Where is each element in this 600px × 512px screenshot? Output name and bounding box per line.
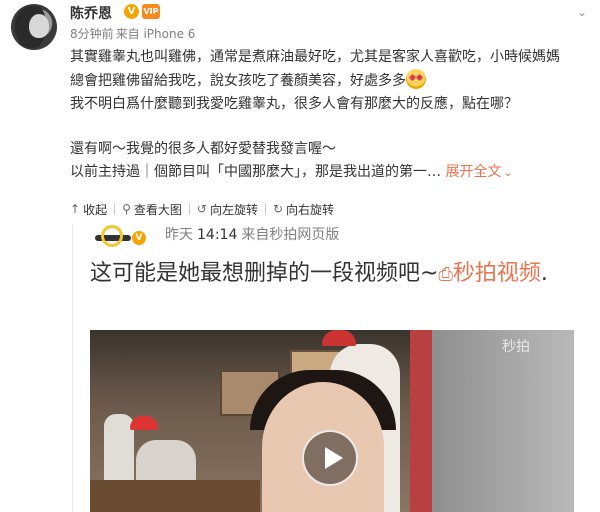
magnifier-icon: ⚲ [122,202,131,216]
card-title-text: 这可能是她最想删掉的一段视频吧~ [90,261,439,286]
post-line-last: 以前主持過｜個節目叫「中國那麼大」，那是我出道的第一… 展开全文 ⌄ [70,161,595,184]
rotate-left-icon: ↺ [196,202,207,216]
media-actions-bar: ↑ 收起 ⚲ 查看大图 ↺ 向左旋转 ↻ 向右旋转 [70,200,334,218]
video-scene-counter [90,480,260,512]
expand-full-text-link[interactable]: 展开全文 ⌄ [445,164,512,180]
rotate-right-button[interactable]: ↻ 向右旋转 [273,201,334,218]
card-title: 这可能是她最想删掉的一段视频吧~⎙秒拍视频. [90,257,590,291]
post-line-with-emoji: 總會把雞佛留給我吃，說女孩吃了養顏美容，好處多多 [70,69,595,93]
video-card[interactable]: V 昨天 14:14 来自秒拍网页版 这可能是她最想删掉的一段视频吧~⎙秒拍视频. … [72,224,600,512]
divider [188,203,190,215]
rotate-right-label: 向右旋转 [286,202,335,217]
card-time: 昨天 [165,227,193,243]
card-meta: 昨天 14:14 来自秒拍网页版 [165,224,339,244]
post-line: 還有啊～我覺的很多人都好愛替我發言喔～ [70,141,336,157]
card-title-end: . [540,261,548,286]
rotate-left-label: 向左旋转 [209,202,258,217]
view-large-image-button[interactable]: ⚲ 查看大图 [122,201,182,218]
play-button-icon[interactable] [302,430,358,486]
post-line: 其實雞睾丸也叫雞佛，通常是煮麻油最好吃，尤其是客家人喜歡吃，小時候媽媽 [70,49,560,65]
post-meta: 8分钟前 来自 iPhone 6 [70,25,195,42]
video-scene-cap [322,330,356,346]
rotate-right-icon: ↻ [272,202,284,216]
divider [114,203,116,215]
video-watermark: 秒拍 [502,339,530,355]
video-scene-wall [430,330,574,512]
post-time[interactable]: 8分钟前 [70,27,114,41]
heart-eyes-emoji-icon [406,69,426,89]
view-large-label: 查看大图 [133,202,182,217]
verified-badge-icon: V [124,4,139,19]
arrow-up-icon: ↑ [70,202,81,216]
username[interactable]: 陈乔恩 [70,3,112,23]
video-player[interactable]: 秒拍 [90,330,574,512]
collapse-label: 收起 [83,202,108,217]
card-clock: 14:14 [197,227,238,243]
miaopai-video-link[interactable]: ⎙秒拍视频 [438,261,540,286]
video-link-label[interactable]: 秒拍视频 [453,261,541,286]
post-line: 我不明白爲什麼聽到我愛吃雞睾丸，很多人會有那麼大的反應，點在哪？ [70,96,518,112]
video-scene-frame [410,330,432,512]
collapse-button[interactable]: ↑ 收起 [70,201,107,218]
post-text: 其實雞睾丸也叫雞佛，通常是煮麻油最好吃，尤其是客家人喜歡吃，小時候媽媽 總會把雞… [70,46,595,184]
expand-label[interactable]: 展开全文 [445,164,501,180]
chevron-down-icon[interactable]: ⌄ [574,4,590,20]
vip-badge-icon: VIP [142,4,160,19]
card-source: 来自秒拍网页版 [241,227,340,243]
miaopai-logo-icon [93,223,133,249]
chevron-down-icon: ⌄ [503,166,513,179]
verified-badge-icon: V [132,231,146,245]
rotate-left-button[interactable]: ↺ 向左旋转 [197,201,258,218]
post-source: 来自 iPhone 6 [115,27,196,41]
video-scene-cap [130,416,158,430]
divider [264,203,266,215]
avatar-face [29,14,49,38]
post-line: 總會把雞佛留給我吃，說女孩吃了養顏美容，好處多多 [70,73,406,89]
avatar[interactable] [11,4,57,50]
video-icon: ⎙ [438,264,453,285]
post-line: 以前主持過｜個節目叫「中國那麼大」，那是我出道的第一… [70,164,441,180]
